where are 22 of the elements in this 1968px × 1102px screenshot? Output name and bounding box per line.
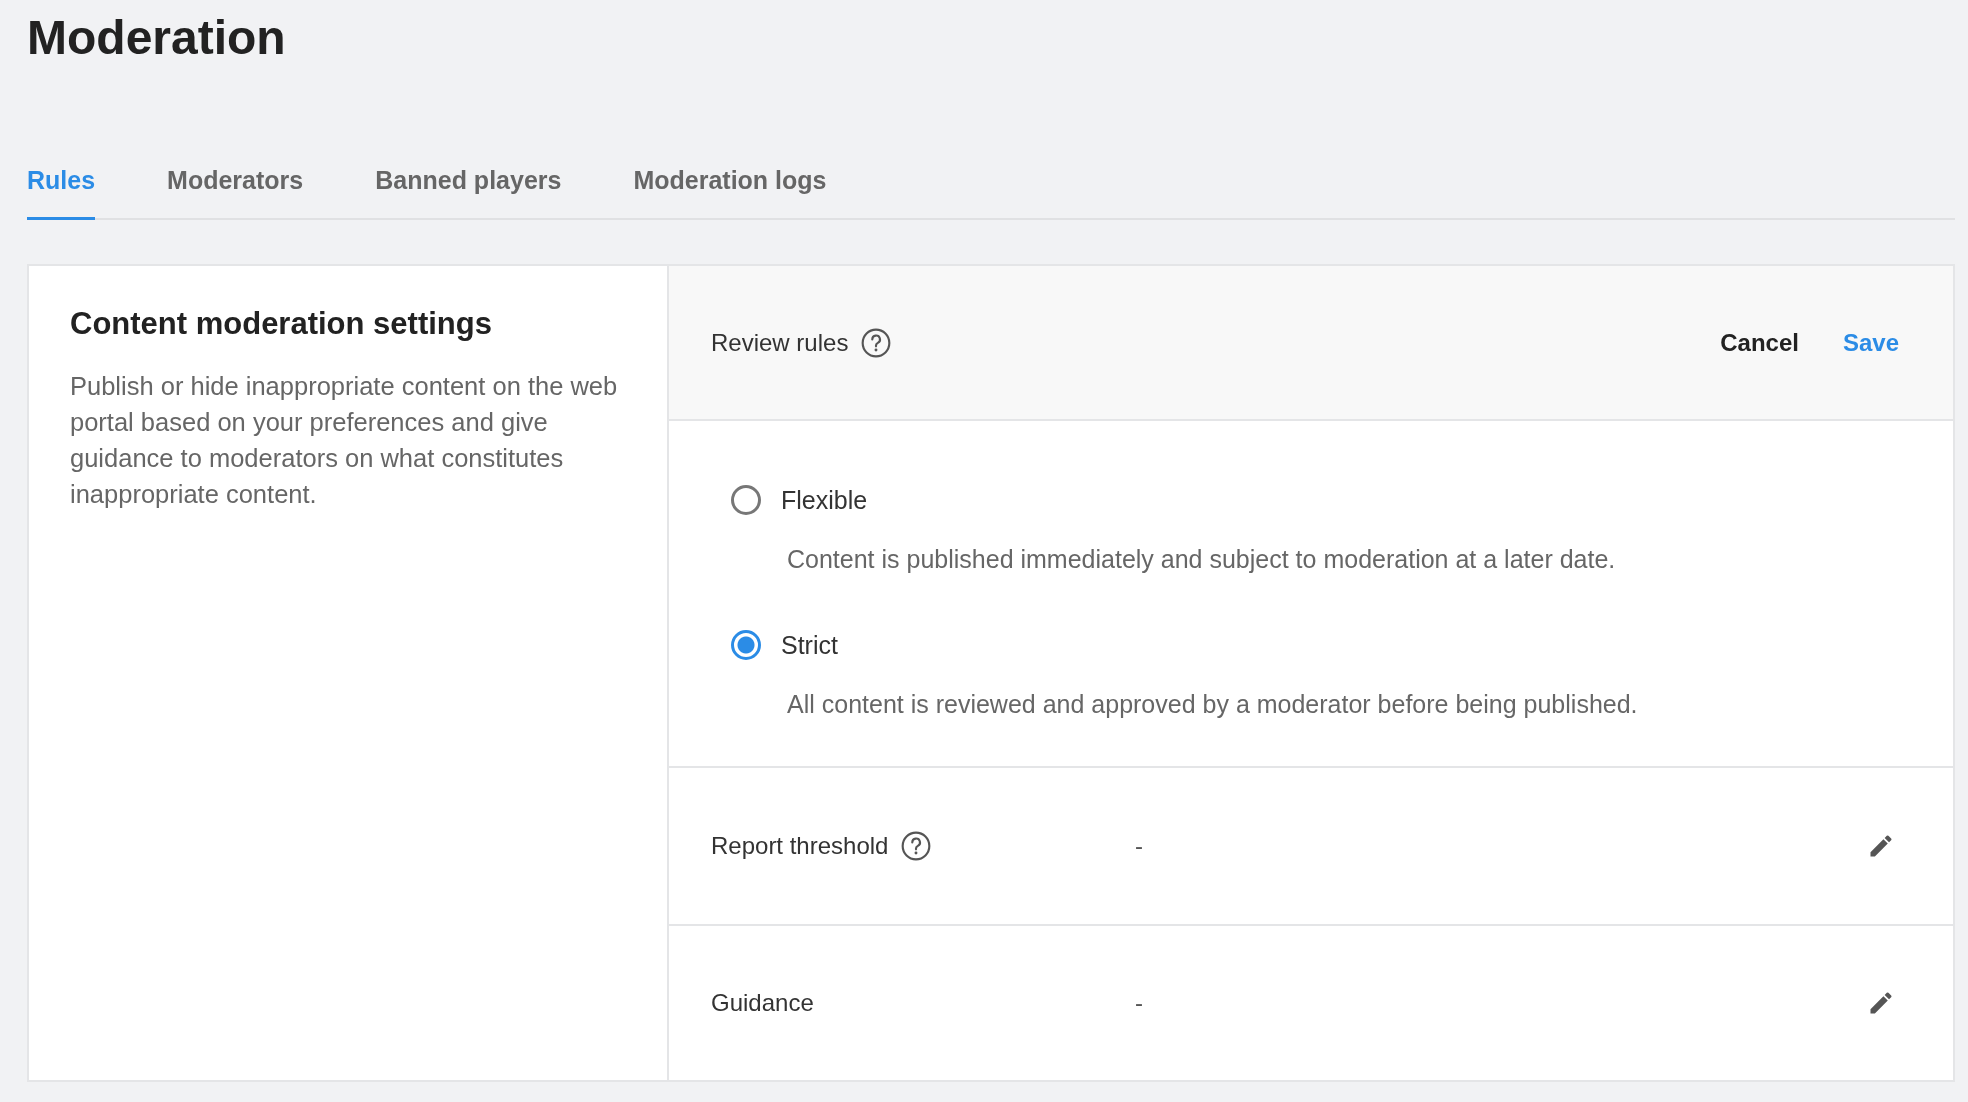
field-label: Report threshold xyxy=(711,832,889,860)
review-rules-label: Review rules xyxy=(711,328,849,357)
option-label: Flexible xyxy=(781,485,868,515)
help-icon[interactable] xyxy=(900,830,933,862)
tab[interactable]: Moderation logs xyxy=(633,166,827,220)
option-label: Strict xyxy=(781,630,838,660)
field-label: Guidance xyxy=(711,989,814,1017)
cancel-button[interactable]: Cancel xyxy=(1720,324,1799,361)
section-description: Publish or hide inappropriate content on the web portal based on your preferences and give guidance to moderators on what constitutes inappropriate content. xyxy=(70,371,619,510)
tab[interactable]: Banned players xyxy=(375,166,562,220)
tab[interactable]: Rules xyxy=(27,166,96,220)
help-icon[interactable] xyxy=(860,326,893,359)
radio-button[interactable] xyxy=(731,630,761,660)
save-button[interactable]: Save xyxy=(1842,324,1899,361)
page-title: Moderation xyxy=(27,10,287,66)
option-description: Content is published immediately and subject to moderation at a later date. xyxy=(787,545,1617,574)
field-value: - xyxy=(1135,989,1144,1017)
option-description: All content is reviewed and approved by a moderator before being published. xyxy=(787,690,1639,719)
radio-button[interactable] xyxy=(731,485,761,515)
tab[interactable]: Moderators xyxy=(167,166,304,220)
field-value: - xyxy=(1135,832,1144,860)
section-title: Content moderation settings xyxy=(70,306,493,342)
